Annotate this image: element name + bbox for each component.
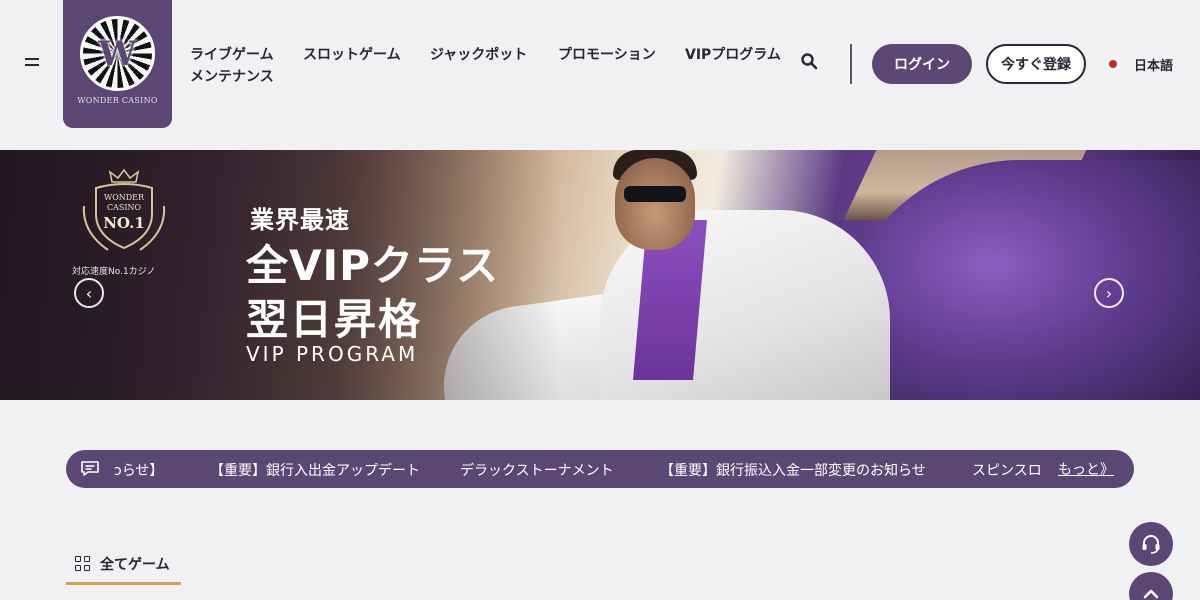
prev-arrow-glyph: ‹ [85, 283, 93, 303]
banner-subtitle: VIP PROGRAM [246, 342, 419, 366]
model-sunglasses-image [624, 186, 686, 202]
ticker-item[interactable]: デラックストーナメント [460, 460, 614, 480]
badge-rank: NO.1 [103, 214, 145, 232]
model-face-image [615, 158, 695, 250]
badge-line2: CASINO [107, 203, 142, 212]
logo-text: WONDER CASINO [77, 96, 158, 105]
banner-prev-arrow-icon[interactable]: ‹ [74, 278, 104, 308]
support-chat-button[interactable] [1129, 522, 1173, 566]
logo-emblem-icon: W [80, 16, 155, 91]
logo-letter: W [98, 33, 137, 74]
badge-line1: WONDER [104, 193, 145, 202]
header-divider [850, 44, 852, 84]
nav-item-slot-games[interactable]: スロットゲーム [303, 44, 401, 64]
message-icon [81, 461, 99, 476]
register-button[interactable]: 今すぐ登録 [986, 44, 1086, 84]
nav-item-promotion[interactable]: プロモーション [558, 44, 656, 64]
nav-item-jackpot[interactable]: ジャックポット [430, 44, 527, 64]
hero-banner[interactable]: WONDER CASINO NO.1 対応速度No.1カジノ 業界最速 全VIP… [0, 150, 1200, 400]
no1-award-badge-icon: WONDER CASINO NO.1 [82, 168, 166, 251]
grid-icon [75, 556, 90, 571]
badge-caption: 対応速度No.1カジノ [72, 267, 156, 277]
next-arrow-glyph: › [1105, 283, 1113, 303]
menu-icon[interactable] [25, 58, 39, 70]
chevron-up-icon [1143, 589, 1159, 599]
tab-all-games-label: 全てゲーム [100, 557, 170, 573]
ticker-item[interactable]: スピンスロ [972, 460, 1042, 480]
ticker-more-link[interactable]: もっと》 [1058, 459, 1114, 479]
ticker-item[interactable]: ɔらせ】 [114, 460, 163, 480]
site-logo[interactable]: W WONDER CASINO [63, 0, 172, 128]
language-selector[interactable]: 日本語 [1134, 55, 1173, 74]
banner-headline-line2: 翌日昇格 [246, 295, 423, 344]
headset-icon [1142, 535, 1160, 554]
nav-item-vip-program[interactable]: VIPプログラム [685, 44, 781, 64]
search-icon[interactable] [800, 52, 818, 70]
nav-item-maintenance[interactable]: メンテナンス [190, 66, 274, 86]
tab-all-games[interactable]: 全てゲーム [66, 547, 181, 585]
ticker-item[interactable]: 【重要】銀行入出金アップデート [210, 460, 420, 480]
nav-item-live-games[interactable]: ライブゲーム [190, 44, 274, 64]
banner-headline-line1: 全VIPクラス [246, 241, 500, 290]
announcement-ticker: ɔらせ】 【重要】銀行入出金アップデート デラックストーナメント 【重要】銀行振… [66, 450, 1134, 488]
site-header: W WONDER CASINO ライブゲーム スロットゲーム ジャックポット プ… [0, 0, 1200, 140]
scroll-to-top-button[interactable] [1129, 572, 1173, 600]
banner-headline-small: 業界最速 [250, 206, 350, 234]
japan-flag-icon[interactable] [1106, 57, 1120, 71]
login-button[interactable]: ログイン [872, 44, 972, 84]
ticker-item[interactable]: 【重要】銀行振込入金一部変更のお知らせ [660, 460, 926, 480]
banner-next-arrow-icon[interactable]: › [1094, 278, 1124, 308]
